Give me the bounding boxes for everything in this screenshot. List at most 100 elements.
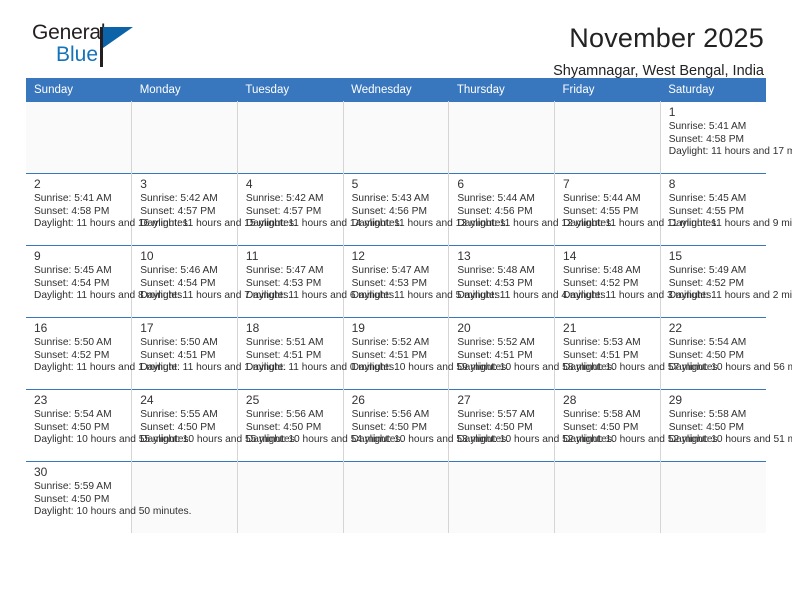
- calendar-day-cell[interactable]: 23 Sunrise: 5:54 AM Sunset: 4:50 PM Dayligh…: [26, 389, 191, 462]
- sunrise-text: Sunrise: 5:49 AM: [668, 265, 747, 276]
- page-title: November 2025: [569, 23, 764, 53]
- day-sun-info: Sunrise: 5:42 AM Sunset: 4:57 PM Daylight:…: [140, 193, 297, 231]
- calendar-day-cell[interactable]: 5 Sunrise: 5:43 AM Sunset: 4:56 PM Daylight…: [343, 173, 509, 246]
- daylight-text: Daylight: 10 hours and 52 minutes.: [457, 434, 615, 446]
- daylight-text: Daylight: 11 hours and 13 minutes.: [351, 218, 509, 230]
- calendar-day-cell[interactable]: 1 Sunrise: 5:41 AM Sunset: 4:58 PM Daylight…: [660, 101, 792, 174]
- calendar-cell-empty: [343, 461, 450, 533]
- calendar-day-cell[interactable]: 13 Sunrise: 5:48 AM Sunset: 4:53 PM Dayligh…: [448, 245, 609, 318]
- calendar-day-cell[interactable]: 28 Sunrise: 5:58 AM Sunset: 4:50 PM Dayligh…: [554, 389, 720, 462]
- sunset-text: Sunset: 4:53 PM: [457, 277, 533, 289]
- calendar-day-cell[interactable]: 30 Sunrise: 5:59 AM Sunset: 4:50 PM Dayligh…: [26, 461, 192, 533]
- day-number: 7: [563, 177, 570, 191]
- calendar-day-cell[interactable]: 16 Sunrise: 5:50 AM Sunset: 4:52 PM Dayligh…: [26, 317, 180, 390]
- calendar-day-cell[interactable]: 6 Sunrise: 5:44 AM Sunset: 4:56 PM Daylight…: [448, 173, 614, 246]
- day-number: 8: [668, 177, 676, 191]
- sunset-text: Sunset: 4:51 PM: [457, 349, 533, 361]
- day-sun-info: Sunrise: 5:48 AM Sunset: 4:52 PM Daylight:…: [563, 265, 714, 303]
- calendar-day-cell[interactable]: 20 Sunrise: 5:52 AM Sunset: 4:51 PM Dayligh…: [448, 317, 615, 390]
- day-sun-info: Sunrise: 5:41 AM Sunset: 4:58 PM Daylight:…: [669, 121, 792, 159]
- sunset-text: Sunset: 4:55 PM: [563, 205, 639, 217]
- daylight-text: Daylight: 11 hours and 1 minute.: [140, 362, 287, 374]
- calendar-day-cell[interactable]: 22 Sunrise: 5:54 AM Sunset: 4:50 PM Dayligh…: [660, 317, 792, 390]
- day-cell-content: 25 Sunrise: 5:56 AM Sunset: 4:50 PM Dayligh…: [238, 390, 403, 447]
- calendar-day-cell[interactable]: 2 Sunrise: 5:41 AM Sunset: 4:58 PM Daylight…: [26, 173, 191, 246]
- day-cell-content: 21 Sunrise: 5:53 AM Sunset: 4:51 PM Dayligh…: [555, 318, 720, 375]
- daylight-text: Daylight: 10 hours and 50 minutes.: [34, 506, 192, 518]
- day-number: 22: [668, 321, 683, 335]
- day-cell-content: 6 Sunrise: 5:44 AM Sunset: 4:56 PM Daylight…: [449, 174, 614, 231]
- calendar-cell-empty: [448, 461, 556, 533]
- day-sun-info: Sunrise: 5:56 AM Sunset: 4:50 PM Daylight:…: [352, 409, 509, 447]
- day-number: 2: [34, 177, 41, 191]
- general-blue-logo[interactable]: General Blue: [26, 22, 146, 74]
- daylight-text: Daylight: 11 hours and 11 minutes.: [563, 218, 719, 230]
- day-sun-info: Sunrise: 5:58 AM Sunset: 4:50 PM Daylight:…: [563, 409, 720, 447]
- day-cell-content: 23 Sunrise: 5:54 AM Sunset: 4:50 PM Dayligh…: [26, 390, 191, 447]
- calendar-day-cell[interactable]: 29 Sunrise: 5:58 AM Sunset: 4:50 PM Dayligh…: [660, 389, 792, 462]
- sunset-text: Sunset: 4:51 PM: [351, 349, 427, 361]
- calendar-day-cell[interactable]: 7 Sunrise: 5:44 AM Sunset: 4:55 PM Daylight…: [554, 173, 719, 246]
- calendar-day-cell[interactable]: 12 Sunrise: 5:47 AM Sunset: 4:53 PM Dayligh…: [343, 245, 503, 318]
- calendar-day-cell[interactable]: 10 Sunrise: 5:46 AM Sunset: 4:54 PM Dayligh…: [131, 245, 291, 318]
- calendar-week-row: 30 Sunrise: 5:59 AM Sunset: 4:50 PM Dayligh…: [26, 461, 766, 533]
- day-sun-info: Sunrise: 5:47 AM Sunset: 4:53 PM Daylight:…: [352, 265, 503, 303]
- calendar-day-cell[interactable]: 15 Sunrise: 5:49 AM Sunset: 4:52 PM Dayligh…: [660, 245, 792, 318]
- sunrise-text: Sunrise: 5:42 AM: [245, 193, 324, 204]
- page-header: General Blue November 2025 Shyamnagar, W…: [26, 0, 766, 80]
- sunset-text: Sunset: 4:50 PM: [140, 421, 216, 433]
- calendar-day-cell[interactable]: 3 Sunrise: 5:42 AM Sunset: 4:57 PM Daylight…: [131, 173, 297, 246]
- calendar-day-cell[interactable]: 4 Sunrise: 5:42 AM Sunset: 4:57 PM Daylight…: [237, 173, 403, 246]
- day-number: 6: [457, 177, 464, 191]
- calendar-cell-empty: [660, 461, 766, 533]
- sunset-text: Sunset: 4:50 PM: [668, 349, 745, 361]
- sunrise-text: Sunrise: 5:44 AM: [457, 193, 535, 204]
- weekday-header-row: Sunday Monday Tuesday Wednesday Thursday…: [26, 78, 766, 102]
- calendar-week-row: 23 Sunrise: 5:54 AM Sunset: 4:50 PM Dayligh…: [26, 389, 792, 462]
- calendar-day-cell[interactable]: 17 Sunrise: 5:50 AM Sunset: 4:51 PM Dayligh…: [131, 317, 287, 390]
- sunrise-text: Sunrise: 5:57 AM: [457, 409, 535, 420]
- sunrise-text: Sunrise: 5:44 AM: [563, 193, 641, 204]
- sunset-text: Sunset: 4:52 PM: [668, 277, 745, 289]
- day-number: 17: [140, 321, 154, 335]
- day-cell-content: 12 Sunrise: 5:47 AM Sunset: 4:53 PM Dayligh…: [344, 246, 503, 303]
- calendar-day-cell[interactable]: 9 Sunrise: 5:45 AM Sunset: 4:54 PM Daylight…: [26, 245, 186, 318]
- day-sun-info: Sunrise: 5:51 AM Sunset: 4:51 PM Daylight:…: [245, 337, 397, 375]
- sunset-text: Sunset: 4:52 PM: [34, 349, 110, 361]
- calendar-day-cell[interactable]: 27 Sunrise: 5:57 AM Sunset: 4:50 PM Dayligh…: [448, 389, 615, 462]
- calendar-cell-empty: [554, 461, 661, 533]
- day-sun-info: Sunrise: 5:53 AM Sunset: 4:51 PM Daylight:…: [563, 337, 720, 375]
- calendar-day-cell[interactable]: 8 Sunrise: 5:45 AM Sunset: 4:55 PM Daylight…: [660, 173, 792, 246]
- daylight-text: Daylight: 11 hours and 2 minutes.: [668, 290, 792, 302]
- daylight-text: Daylight: 11 hours and 8 minutes.: [34, 290, 186, 302]
- sunrise-text: Sunrise: 5:48 AM: [563, 265, 641, 276]
- day-sun-info: Sunrise: 5:52 AM Sunset: 4:51 PM Daylight:…: [351, 337, 509, 375]
- calendar-cell-empty: [26, 101, 133, 174]
- sunrise-text: Sunrise: 5:51 AM: [245, 337, 324, 348]
- sunset-text: Sunset: 4:50 PM: [245, 421, 322, 433]
- day-sun-info: Sunrise: 5:48 AM Sunset: 4:53 PM Daylight:…: [457, 265, 609, 303]
- calendar-day-cell[interactable]: 14 Sunrise: 5:48 AM Sunset: 4:52 PM Dayligh…: [554, 245, 714, 318]
- calendar-day-cell[interactable]: 21 Sunrise: 5:53 AM Sunset: 4:51 PM Dayligh…: [554, 317, 720, 390]
- day-number: 1: [668, 105, 676, 119]
- page-subtitle: Shyamnagar, West Bengal, India: [553, 63, 764, 79]
- day-number: 15: [668, 249, 683, 263]
- day-cell-content: 15 Sunrise: 5:49 AM Sunset: 4:52 PM Dayligh…: [661, 246, 792, 303]
- weekday-header-tuesday: Tuesday: [237, 78, 344, 102]
- calendar-day-cell[interactable]: 24 Sunrise: 5:55 AM Sunset: 4:50 PM Dayligh…: [131, 389, 298, 462]
- daylight-text: Daylight: 11 hours and 4 minutes.: [457, 290, 609, 302]
- sunset-text: Sunset: 4:55 PM: [668, 205, 745, 217]
- sunrise-text: Sunrise: 5:59 AM: [34, 481, 112, 492]
- calendar-day-cell[interactable]: 18 Sunrise: 5:51 AM Sunset: 4:51 PM Dayligh…: [237, 317, 397, 390]
- day-number: 30: [34, 465, 48, 479]
- sunset-text: Sunset: 4:51 PM: [140, 349, 216, 361]
- daylight-text: Daylight: 11 hours and 1 minute.: [34, 362, 180, 374]
- calendar-day-cell[interactable]: 25 Sunrise: 5:56 AM Sunset: 4:50 PM Dayligh…: [237, 389, 403, 462]
- day-cell-content: 11 Sunrise: 5:47 AM Sunset: 4:53 PM Dayligh…: [238, 246, 397, 303]
- calendar-day-cell[interactable]: 26 Sunrise: 5:56 AM Sunset: 4:50 PM Dayligh…: [343, 389, 509, 462]
- sunset-text: Sunset: 4:50 PM: [34, 421, 110, 433]
- day-sun-info: Sunrise: 5:43 AM Sunset: 4:56 PM Daylight:…: [351, 193, 509, 231]
- calendar-day-cell[interactable]: 19 Sunrise: 5:52 AM Sunset: 4:51 PM Dayligh…: [343, 317, 509, 390]
- sunrise-text: Sunrise: 5:54 AM: [34, 409, 112, 420]
- calendar-day-cell[interactable]: 11 Sunrise: 5:47 AM Sunset: 4:53 PM Dayligh…: [237, 245, 397, 318]
